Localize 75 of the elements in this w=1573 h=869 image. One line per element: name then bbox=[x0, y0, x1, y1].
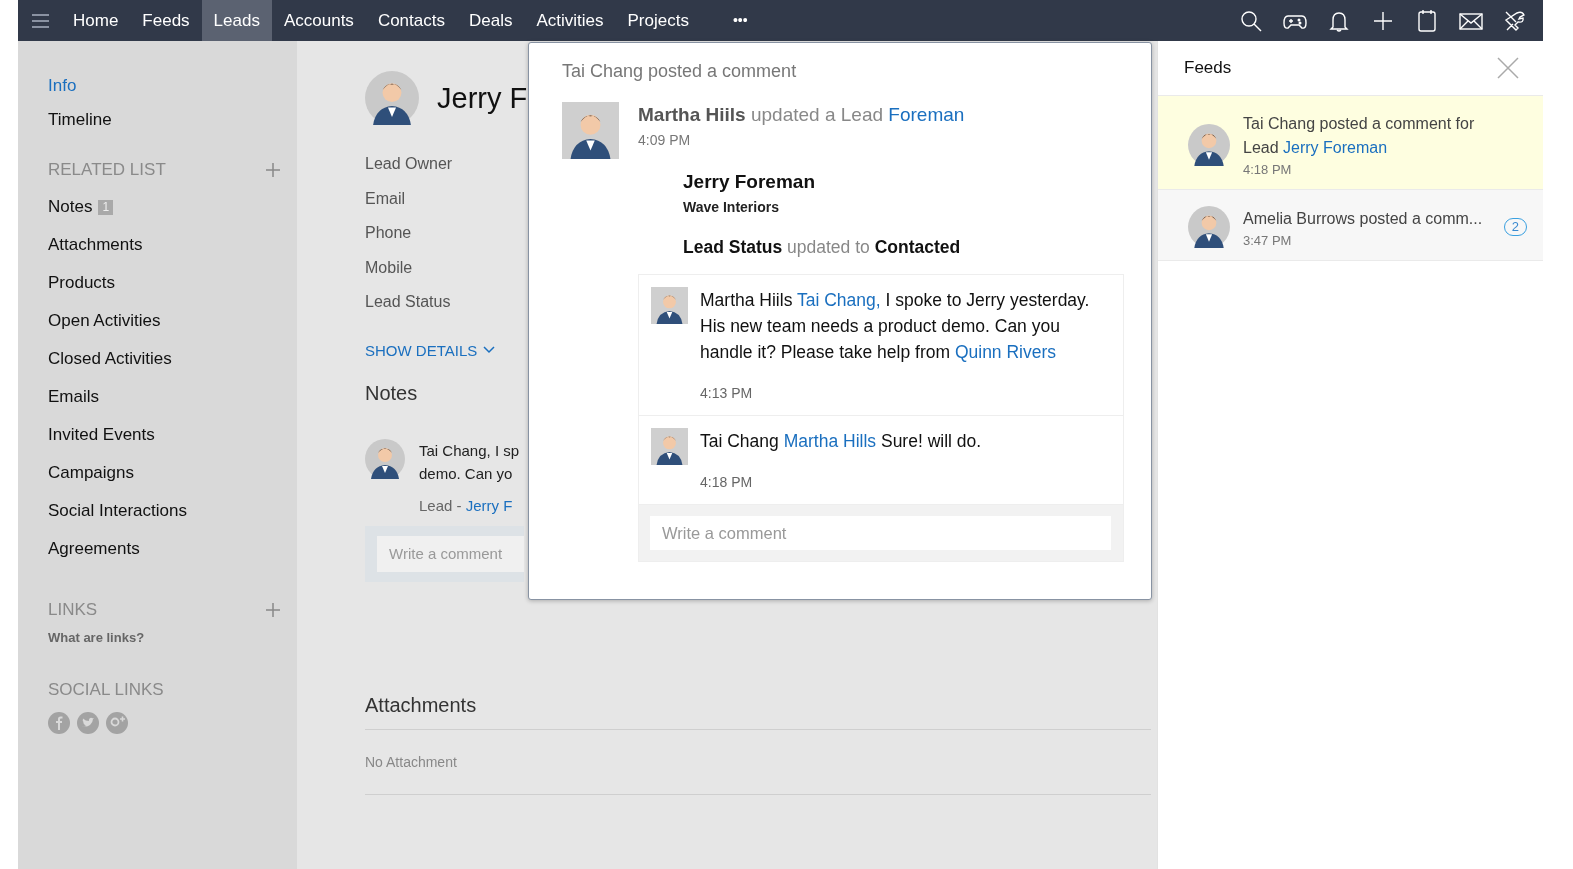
nav-tab[interactable]: Accounts bbox=[271, 0, 366, 41]
attachments-heading: Attachments bbox=[365, 693, 1151, 730]
mention-link[interactable]: Martha Hills bbox=[783, 431, 877, 451]
lead-name: Jerry Foreman bbox=[683, 171, 815, 193]
timestamp: 3:47 PM bbox=[1243, 232, 1292, 248]
nav-tab[interactable]: Projects bbox=[615, 0, 701, 41]
field-label: Email bbox=[365, 188, 405, 209]
related-list-item[interactable]: Invited Events bbox=[48, 416, 155, 454]
related-list-item[interactable]: Attachments bbox=[48, 226, 143, 264]
avatar-icon bbox=[651, 287, 688, 324]
comment-text: Martha Hiils Tai Chang, I spoke to Jerry yesterday. His new team needs a product demo. Can you handle it? Please take help from Quinn Rivers bbox=[700, 289, 1091, 364]
search-icon[interactable] bbox=[1239, 8, 1263, 33]
avatar-icon bbox=[365, 438, 405, 479]
record-title: Jerry F bbox=[437, 81, 528, 115]
count-badge: 1 bbox=[98, 199, 114, 215]
more-button[interactable]: ••• bbox=[716, 0, 764, 41]
sidebar-item[interactable]: Info bbox=[48, 69, 297, 103]
comment-field[interactable]: Write a comment bbox=[650, 516, 1111, 550]
mention-link[interactable]: Quinn Rivers bbox=[954, 342, 1057, 362]
section-heading: SOCIAL LINKS bbox=[48, 679, 164, 701]
lead-link[interactable]: Foreman bbox=[888, 104, 965, 125]
note-text: Tai Chang, I sp bbox=[419, 440, 520, 461]
avatar-icon bbox=[1188, 123, 1230, 166]
help-link[interactable]: What are links? bbox=[48, 628, 145, 648]
note-lead: Lead - Jerry F bbox=[419, 496, 513, 514]
related-list-item[interactable]: Emails bbox=[48, 378, 99, 416]
field-label: Lead Owner bbox=[365, 154, 453, 174]
avatar-icon bbox=[651, 428, 688, 465]
note-text: demo. Can yo bbox=[419, 463, 513, 484]
show-details-link[interactable]: SHOW DETAILS bbox=[365, 341, 496, 359]
timestamp: 4:18 PM bbox=[1243, 162, 1292, 177]
related-list-item[interactable]: Social Interactions bbox=[48, 492, 187, 530]
panel-title: Feeds bbox=[1184, 58, 1232, 78]
nav-tab[interactable]: Contacts bbox=[365, 0, 457, 41]
nav-tab[interactable]: Leads bbox=[201, 0, 272, 41]
nav-tab[interactable]: Activities bbox=[524, 0, 616, 41]
timestamp: 4:13 PM bbox=[700, 385, 753, 401]
feed-text: Tai Chang posted a comment for Lead Jerry Foreman bbox=[1243, 114, 1476, 158]
company-name: Wave Interiors bbox=[683, 199, 779, 215]
comment-field[interactable]: Write a comment bbox=[377, 535, 524, 572]
related-list-item[interactable]: Notes bbox=[48, 188, 93, 226]
menu-icon[interactable] bbox=[32, 13, 49, 28]
field-label: Phone bbox=[365, 223, 412, 243]
related-list-item[interactable]: Open Activities bbox=[48, 302, 161, 340]
related-list-item[interactable]: Agreements bbox=[48, 530, 140, 568]
nav-tab[interactable]: Home bbox=[61, 0, 131, 41]
chevron-icon bbox=[483, 346, 496, 354]
feed-item[interactable]: Amelia Burrows posted a comm... 3:47 PM 2 bbox=[1158, 190, 1543, 261]
mention-link[interactable]: Tai Chang, bbox=[796, 290, 881, 310]
feed-item[interactable]: Tai Chang posted a comment for Lead Jerry Foreman 4:18 PM bbox=[1158, 96, 1543, 190]
nav-tab[interactable]: Feeds bbox=[130, 0, 202, 41]
lead-link[interactable]: Jerry Foreman bbox=[1283, 139, 1388, 156]
avatar-icon bbox=[365, 71, 419, 125]
avatar-icon bbox=[562, 102, 619, 159]
feed-text: Amelia Burrows posted a comm... bbox=[1243, 208, 1484, 229]
nav-tab[interactable]: Deals bbox=[456, 0, 525, 41]
section-heading: RELATED LIST bbox=[48, 159, 166, 181]
avatar-icon bbox=[1188, 206, 1230, 248]
notes-heading: Notes bbox=[365, 381, 418, 405]
status-update: Lead Status updated to Contacted bbox=[683, 237, 961, 258]
section-heading: LINKS bbox=[48, 599, 98, 621]
related-list-item[interactable]: Products bbox=[48, 264, 116, 302]
calendar-icon[interactable] bbox=[1415, 8, 1439, 33]
field-label: Mobile bbox=[365, 257, 413, 278]
related-list-item[interactable]: Closed Activities bbox=[48, 340, 172, 378]
related-list-item[interactable]: Campaigns bbox=[48, 454, 134, 492]
activity-text: Martha Hiils updated a Lead Foreman bbox=[638, 104, 965, 126]
field-label: Lead Status bbox=[365, 292, 451, 312]
timestamp: 4:09 PM bbox=[638, 132, 691, 148]
comment-text: Tai Chang Martha Hills Sure! will do. bbox=[700, 430, 983, 453]
lead-link[interactable]: Jerry F bbox=[465, 496, 513, 514]
sidebar-item[interactable]: Timeline bbox=[48, 103, 297, 137]
popup-title: Tai Chang posted a comment bbox=[562, 61, 797, 82]
timestamp: 4:18 PM bbox=[700, 474, 753, 490]
empty-message: No Attachment bbox=[365, 729, 1151, 795]
